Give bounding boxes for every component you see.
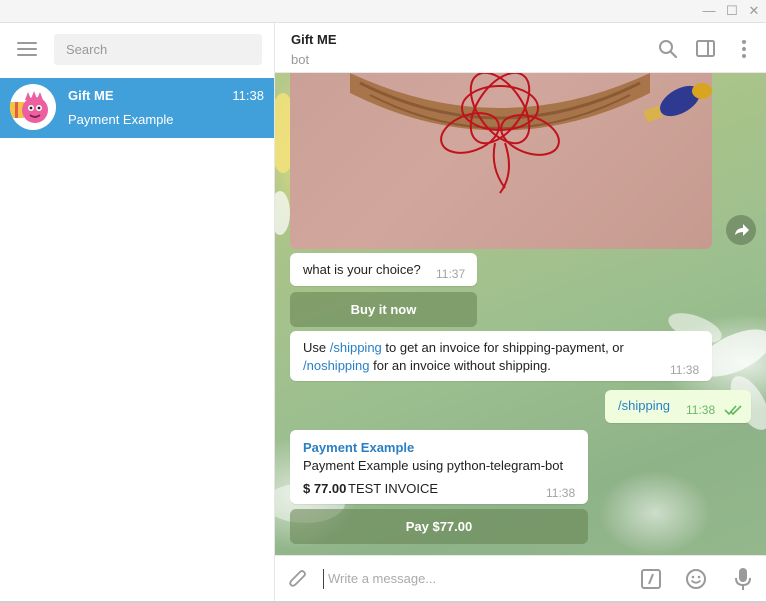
invoice-label: TEST INVOICE	[348, 481, 439, 496]
outgoing-message: /shipping 11:38	[605, 390, 751, 423]
emoji-icon[interactable]	[685, 568, 707, 590]
message-input[interactable]: Write a message...	[323, 569, 628, 589]
forward-icon	[735, 224, 749, 236]
message-time: 11:38	[670, 363, 700, 377]
message-history[interactable]: what is your choice? 11:37 Buy it now Us…	[275, 73, 766, 555]
message-time: 11:38	[686, 403, 716, 417]
search-icon[interactable]	[657, 38, 679, 60]
sidebar: Search Gift ME 11:38 Payment Example	[0, 23, 275, 603]
chat-last-message: Payment Example	[68, 112, 174, 127]
message-text[interactable]: /shipping	[618, 398, 670, 413]
message-time: 11:38	[546, 486, 576, 500]
message-text: Use /shipping to get an invoice for ship…	[303, 340, 624, 373]
invoice-title: Payment Example	[303, 440, 415, 455]
menu-icon[interactable]	[17, 42, 37, 56]
pay-button[interactable]: Pay $77.00	[290, 509, 588, 544]
incoming-message: Use /shipping to get an invoice for ship…	[290, 331, 712, 381]
attach-icon[interactable]	[287, 568, 309, 590]
buy-it-now-button[interactable]: Buy it now	[290, 292, 477, 327]
incoming-message: what is your choice? 11:37	[290, 253, 477, 286]
bot-command-icon[interactable]	[640, 568, 662, 590]
side-panel-icon[interactable]	[695, 38, 717, 60]
search-input[interactable]: Search	[54, 34, 262, 65]
more-vertical-icon[interactable]	[733, 38, 755, 60]
avatar	[10, 84, 56, 130]
invoice-description: Payment Example using python-telegram-bo…	[303, 458, 564, 473]
chat-list-item-gift-me[interactable]: Gift ME 11:38 Payment Example	[0, 78, 274, 138]
maximize-icon[interactable]: ☐	[724, 3, 740, 19]
read-checkmark-icon	[724, 405, 742, 416]
chat-title[interactable]: Gift ME	[291, 32, 337, 47]
microphone-icon[interactable]	[733, 567, 753, 591]
chat-name: Gift ME	[68, 88, 114, 103]
message-text: what is your choice?	[303, 262, 421, 277]
invoice-message: Payment Example Payment Example using py…	[290, 430, 588, 504]
chat-time: 11:38	[232, 88, 264, 103]
message-composer: Write a message...	[275, 555, 766, 602]
close-icon[interactable]: ✕	[746, 3, 762, 19]
noshipping-command-link[interactable]: /noshipping	[303, 358, 370, 373]
forward-button[interactable]	[726, 215, 756, 245]
minimize-icon[interactable]: —	[701, 3, 717, 19]
message-time: 11:37	[436, 267, 466, 281]
window-titlebar: — ☐ ✕	[0, 0, 766, 23]
photo-message[interactable]	[290, 73, 712, 249]
chat-subtitle: bot	[291, 52, 310, 67]
chat-header: Gift ME bot	[275, 23, 766, 73]
shipping-command-link[interactable]: /shipping	[330, 340, 382, 355]
invoice-amount: $ 77.00	[303, 481, 347, 496]
